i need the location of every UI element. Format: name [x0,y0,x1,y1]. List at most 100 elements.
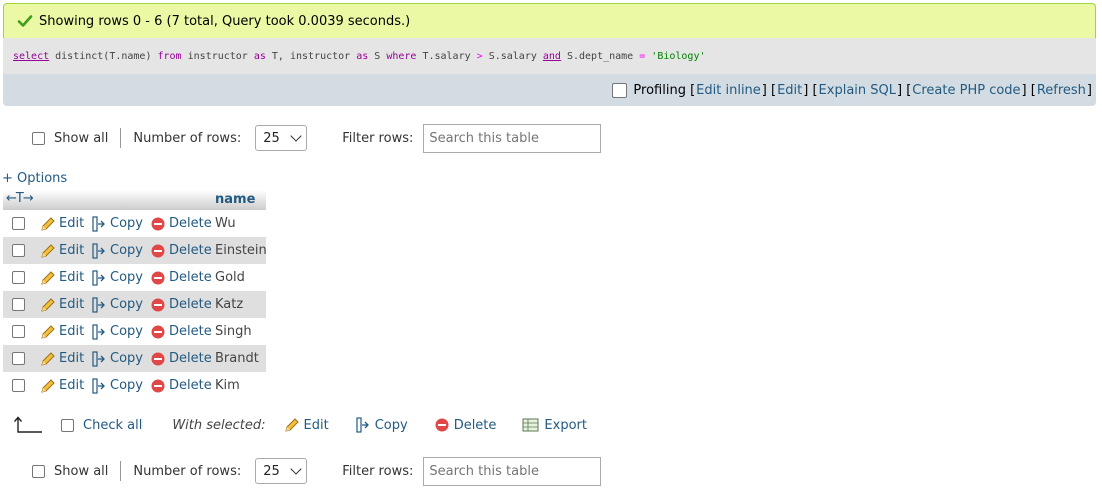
column-header-name[interactable]: name [215,192,255,207]
filter-input-bottom[interactable]: Search this table [423,456,602,486]
row-checkbox[interactable] [12,352,25,365]
query-tools-bar: Profiling [Edit inline] [ Edit] [ Explai… [3,74,1096,106]
pencil-icon [41,297,55,312]
cell-name[interactable]: Wu [215,216,236,231]
row-copy-button[interactable]: Copy [91,269,143,286]
refresh-link[interactable]: Refresh [1037,83,1086,98]
pencil-icon [41,270,55,285]
divider [120,461,122,481]
show-all-label: Show all [54,130,109,146]
cell-name[interactable]: Einstein [215,243,267,258]
show-all-checkbox[interactable] [32,131,45,145]
check-all-label[interactable]: Check all [83,418,142,433]
sql-token: and [542,50,561,62]
rows-select-bottom[interactable]: 25 [255,458,308,484]
table-row: Edit Copy Delete Wu [3,210,266,237]
row-edit-button[interactable]: Edit [40,243,84,259]
cell-name[interactable]: Singh [215,324,252,339]
column-arrows-icon[interactable]: ←T→ [6,191,34,206]
bulk-delete-button[interactable]: Delete [434,417,496,433]
filter-label: Filter rows: [342,130,414,146]
copy-icon [92,242,105,259]
table-row: Edit Copy Delete Brandt [3,345,266,372]
arrow-up-icon [14,416,42,433]
sql-token: where [386,50,417,62]
sql-token: 'Biology' [651,50,706,62]
copy-icon [92,296,105,313]
sql-token: as [253,50,266,62]
cell-name[interactable]: Katz [215,297,243,312]
sql-token: T, instructor [265,50,357,62]
delete-icon [151,244,165,257]
profiling-checkbox[interactable] [612,82,628,98]
edit-inline-link[interactable]: Edit inline [696,83,761,98]
copy-icon [92,350,105,367]
row-delete-button[interactable]: Delete [150,351,212,367]
table-navigation-top: Show all Number of rows: 25 Filter rows:… [32,123,602,153]
rows-select[interactable]: 25 [255,125,308,151]
bulk-copy-button[interactable]: Copy [355,417,408,433]
row-delete-button[interactable]: Delete [150,297,212,313]
row-edit-button[interactable]: Edit [40,324,84,340]
row-delete-button[interactable]: Delete [150,324,212,340]
copy-icon [92,377,105,394]
profiling-label: Profiling [633,82,686,98]
check-all-checkbox[interactable] [61,418,74,432]
filter-input[interactable]: Search this table [423,123,602,153]
cell-name[interactable]: Brandt [215,351,259,366]
filter-label: Filter rows: [342,463,414,479]
row-delete-button[interactable]: Delete [150,270,212,286]
row-copy-button[interactable]: Copy [91,323,143,340]
bulk-edit-button[interactable]: Edit [284,417,329,433]
table-row: Edit Copy Delete Gold [3,264,266,291]
table-navigation-bottom: Show all Number of rows: 25 Filter rows:… [32,456,602,486]
bulk-actions: Check all With selected: Edit Copy Delet… [14,411,587,439]
show-all-checkbox-bottom[interactable] [32,464,45,478]
row-edit-button[interactable]: Edit [40,297,84,313]
row-checkbox[interactable] [12,325,25,338]
results-table: ←T→ name Edit Copy Delete Wu Edit Copy Delete E… [3,190,267,399]
row-delete-button[interactable]: Delete [150,216,212,232]
with-selected-label: With selected: [172,417,266,433]
bulk-export-button[interactable]: Export [522,417,587,433]
delete-icon [151,217,165,230]
row-copy-button[interactable]: Copy [91,215,143,232]
row-delete-button[interactable]: Delete [150,378,212,394]
delete-icon [151,298,165,311]
row-checkbox[interactable] [12,271,25,284]
sql-token: instructor [181,50,254,62]
create-php-link[interactable]: Create PHP code [912,83,1020,98]
cell-name[interactable]: Gold [215,270,245,285]
row-edit-button[interactable]: Edit [40,270,84,286]
cell-name[interactable]: Kim [215,378,240,393]
row-checkbox[interactable] [12,217,25,230]
row-delete-button[interactable]: Delete [150,243,212,259]
row-copy-button[interactable]: Copy [91,296,143,313]
copy-icon [356,417,369,433]
export-icon [522,418,539,432]
edit-link[interactable]: Edit [777,83,802,98]
table-row: Edit Copy Delete Singh [3,318,266,345]
delete-icon [151,271,165,284]
row-checkbox[interactable] [12,379,25,392]
row-copy-button[interactable]: Copy [91,350,143,367]
rows-label: Number of rows: [133,130,242,146]
row-checkbox[interactable] [12,244,25,257]
sql-query: select distinct(T.name) from instructor … [3,38,1096,74]
row-edit-button[interactable]: Edit [40,216,84,232]
table-row: Edit Copy Delete Einstein [3,237,267,264]
row-checkbox[interactable] [12,298,25,311]
table-row: Edit Copy Delete Kim [3,372,266,399]
row-copy-button[interactable]: Copy [91,242,143,259]
explain-sql-link[interactable]: Explain SQL [819,83,896,98]
row-edit-button[interactable]: Edit [40,351,84,367]
table-row: Edit Copy Delete Katz [3,291,266,318]
divider [120,128,122,148]
options-toggle[interactable]: + Options [2,171,67,186]
sql-token: S [368,50,387,62]
success-message: Showing rows 0 - 6 (7 total, Query took … [3,3,1096,38]
row-copy-button[interactable]: Copy [91,377,143,394]
pencil-icon [41,351,55,366]
delete-icon [151,352,165,365]
row-edit-button[interactable]: Edit [40,378,84,394]
